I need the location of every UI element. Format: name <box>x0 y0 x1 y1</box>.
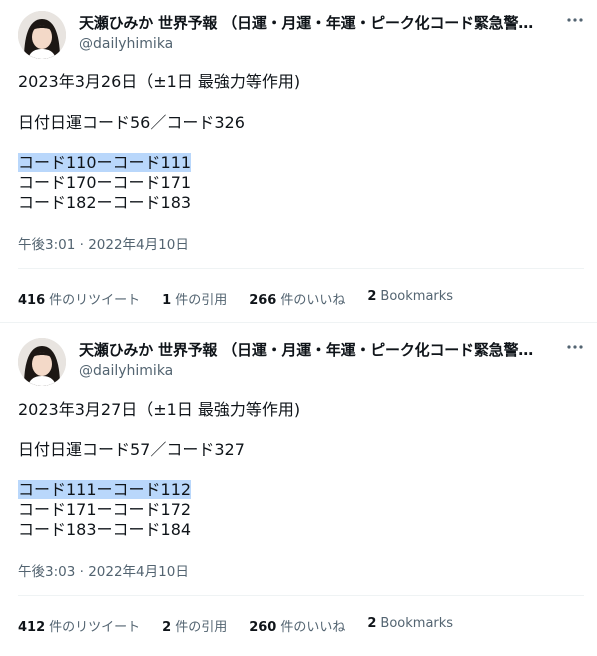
highlighted-text: コード110ーコード111 <box>18 153 192 172</box>
quotes-count: 2 <box>162 620 172 635</box>
profile-photo-icon <box>18 338 66 386</box>
divider <box>18 268 584 269</box>
quotes-stat[interactable]: 1 件の引用 <box>162 289 227 308</box>
bookmarks-stat[interactable]: 2 Bookmarks <box>367 616 453 635</box>
tweet-text-line: コード170ーコード171 <box>18 173 192 192</box>
engagement-stats: 412 件のリツイート 2 件の引用 260 件のいいね 2 Bookmarks <box>18 616 475 635</box>
ellipsis-icon[interactable] <box>565 337 585 357</box>
ellipsis-icon[interactable] <box>565 10 585 30</box>
bookmarks-label: Bookmarks <box>380 616 454 631</box>
likes-stat[interactable]: 260 件のいいね <box>249 616 345 635</box>
retweets-count: 412 <box>18 620 46 635</box>
quotes-stat[interactable]: 2 件の引用 <box>162 616 227 635</box>
avatar[interactable] <box>18 338 66 386</box>
retweets-count: 416 <box>18 293 46 308</box>
retweets-label: 件のリツイート <box>49 620 141 635</box>
profile-photo-icon <box>18 11 66 59</box>
avatar[interactable] <box>18 11 66 59</box>
tweet-text-line: コード171ーコード172 <box>18 500 192 519</box>
timestamp-link[interactable]: 午後3:01 · 2022年4月10日 <box>18 233 189 253</box>
bookmarks-count: 2 <box>367 289 377 304</box>
retweets-stat[interactable]: 416 件のリツイート <box>18 289 140 308</box>
timestamp-link[interactable]: 午後3:03 · 2022年4月10日 <box>18 560 189 580</box>
author-handle[interactable]: @dailyhimika <box>79 36 173 52</box>
tweet-text-line: コード183ーコード184 <box>18 520 192 539</box>
bookmarks-count: 2 <box>367 616 377 631</box>
likes-count: 266 <box>249 293 277 308</box>
tweet-text-line: 日付日運コード57／コード327 <box>18 440 245 459</box>
quotes-count: 1 <box>162 293 172 308</box>
likes-label: 件のいいね <box>280 293 346 308</box>
retweets-label: 件のリツイート <box>49 293 141 308</box>
likes-stat[interactable]: 266 件のいいね <box>249 289 345 308</box>
tweet-text-line: 2023年3月26日（±1日 最強力等作用) <box>18 72 301 91</box>
likes-count: 260 <box>249 620 277 635</box>
author-handle[interactable]: @dailyhimika <box>79 363 173 379</box>
engagement-stats: 416 件のリツイート 1 件の引用 266 件のいいね 2 Bookmarks <box>18 289 475 308</box>
bookmarks-stat[interactable]: 2 Bookmarks <box>367 289 453 308</box>
divider <box>18 595 584 596</box>
author-name[interactable]: 天瀬ひみか 世界予報 （日運・月運・年運・ピーク化コード緊急警… <box>79 339 539 360</box>
tweet-text-line: 日付日運コード56／コード326 <box>18 113 245 132</box>
author-name[interactable]: 天瀬ひみか 世界予報 （日運・月運・年運・ピーク化コード緊急警… <box>79 12 539 33</box>
tweet-text-line: コード111ーコード112 <box>18 480 192 500</box>
quotes-label: 件の引用 <box>175 293 228 308</box>
retweets-stat[interactable]: 412 件のリツイート <box>18 616 140 635</box>
quotes-label: 件の引用 <box>175 620 228 635</box>
tweet-text-line: コード182ーコード183 <box>18 193 192 212</box>
tweet-text-line: 2023年3月27日（±1日 最強力等作用) <box>18 400 301 419</box>
highlighted-text: コード111ーコード112 <box>18 480 192 499</box>
bookmarks-label: Bookmarks <box>380 289 454 304</box>
tweet-text-line: コード110ーコード111 <box>18 153 192 173</box>
likes-label: 件のいいね <box>280 620 346 635</box>
divider <box>0 322 597 323</box>
